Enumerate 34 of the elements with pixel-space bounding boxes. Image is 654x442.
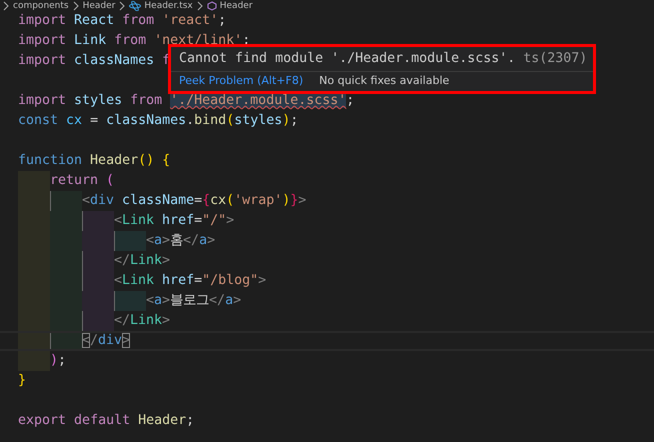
quick-fix-note: No quick fixes available [319, 73, 450, 89]
code-text: <div className={cx('wrap')}> [82, 192, 306, 210]
code-text: return ( [50, 172, 114, 190]
chevron-icon [118, 0, 126, 10]
indent-guide [50, 191, 82, 211]
breadcrumb-item[interactable]: components [13, 0, 69, 10]
code-text: function Header() { [18, 152, 170, 170]
chevron-icon [196, 0, 204, 10]
code-text: import React from 'react'; [18, 12, 226, 30]
code-text: import styles from './Header.module.scss'; [18, 92, 354, 110]
code-text: export default Header; [18, 412, 194, 430]
code-text: const cx = classNames.bind(styles); [18, 112, 298, 130]
cube-icon [206, 0, 217, 10]
code-text: <Link href="/"> [114, 212, 234, 230]
indent-guide [18, 171, 50, 191]
chevron-icon [2, 0, 10, 10]
code-text: <Link href="/blog"> [114, 272, 266, 290]
breadcrumb-item[interactable]: Header [82, 0, 116, 10]
code-text: </Link> [114, 252, 170, 270]
chevron-icon [72, 0, 80, 10]
error-message: Cannot find module './Header.module.scss'. [179, 51, 516, 66]
breadcrumb-item[interactable]: Header.tsx [144, 0, 193, 10]
code-text: ); [50, 352, 66, 370]
indent-guide [114, 231, 146, 251]
code-text: <a>블로그</a> [146, 292, 242, 310]
code-text: </Link> [114, 312, 170, 330]
indent-guide [82, 211, 114, 231]
peek-problem-link[interactable]: Peek Problem (Alt+F8) [179, 73, 304, 89]
breadcrumb-item[interactable]: Header [220, 0, 253, 10]
indent-guide [114, 291, 146, 311]
code-text: } [18, 372, 26, 390]
code-text: <a>홈</a> [146, 232, 216, 250]
react-file-icon [129, 0, 142, 10]
error-code: ts(2307) [523, 51, 588, 66]
